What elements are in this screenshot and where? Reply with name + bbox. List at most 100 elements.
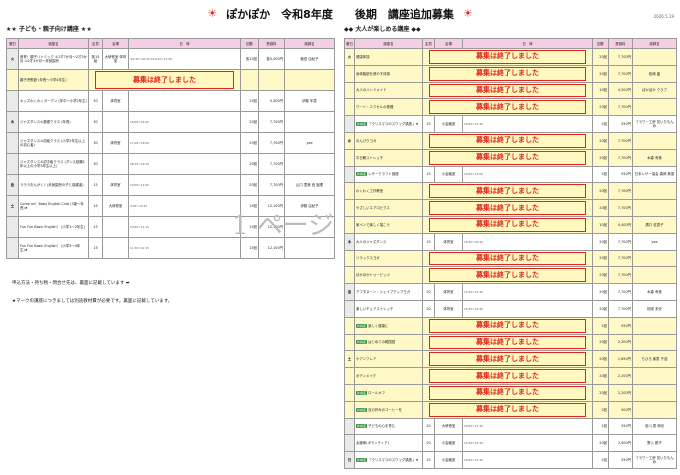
count-cell: 20回: [592, 148, 609, 167]
venue-cell: 大研修室 体育室: [102, 48, 129, 70]
count-cell: 20回: [592, 199, 609, 217]
capacity-cell: 20: [422, 434, 435, 453]
fee-cell: 5,500円: [258, 90, 285, 112]
course-row: 新講座 はじめての韓国語 募集は終了しました 20回 2,200円: [344, 333, 677, 352]
fee-cell: 7,700円: [258, 132, 285, 154]
ended-stamp: 募集は終了しました: [429, 133, 586, 148]
teacher-cell: [632, 182, 677, 201]
column-header: 回数: [240, 38, 259, 49]
day-cell: 金: [6, 174, 19, 196]
teacher-cell: 山口 里美 西 謡理: [284, 174, 335, 196]
capacity-cell: 15: [422, 451, 435, 469]
count-cell: [240, 69, 259, 91]
course-name-cell: 音育！親子リトミック ①1才7か月〜2才3か月 ②2才3か月〜未就園児: [18, 48, 89, 70]
ended-cell: 募集は終了しました: [88, 69, 241, 91]
day-cell: [344, 367, 355, 385]
capacity-cell: 15: [422, 232, 435, 251]
course-name-cell: 新講座 楽しく健康に: [354, 316, 423, 335]
column-header: 会場: [102, 38, 129, 49]
teacher-cell: [632, 383, 677, 402]
fee-cell: 550円: [608, 417, 633, 436]
teacher-cell: フラワー工房 花いちもんめ: [632, 115, 677, 133]
course-row: 新講座 自分好みのコーヒーを 募集は終了しました 2回 500円: [344, 400, 677, 419]
ended-cell: 募集は終了しました: [422, 131, 593, 150]
day-cell: [344, 98, 355, 117]
day-cell: [6, 132, 19, 154]
fee-cell: 2,200円: [608, 333, 633, 352]
course-name-cell: 身体脂肪を燃やす体操: [354, 64, 423, 83]
course-row: 親子児歌遊 (年長〜小学4年生) 募集は終了しました: [6, 69, 335, 91]
course-name-cell: キッズわくわくガーデン (年中〜小学2年生): [18, 90, 89, 112]
schedule-cell: 10:30〜11:15: [128, 216, 241, 238]
teacher-cell: 松岡 未央: [632, 299, 677, 318]
course-row: 日新講座 「クリスマスのスワッグ講座」★ 15 小会議室 10:00〜11:30 1回 5…: [344, 451, 677, 469]
column-header: 受講料: [258, 38, 285, 49]
new-badge: 新講座: [356, 424, 368, 429]
venue-cell: [102, 153, 129, 175]
venue-cell: 体育室: [434, 283, 463, 301]
course-name-cell: 新講座 ロールオフ: [354, 383, 423, 402]
teacher-cell: 木森 有美: [632, 148, 677, 167]
count-cell: 20回: [592, 266, 609, 285]
course-row: 木大人のジャズダンス 15 体育室 19:30〜20:30 20回 7,700円 yae: [344, 232, 677, 251]
schedule-cell: ①9:45〜10:30 ②10:45〜11:30: [128, 48, 241, 70]
ended-stamp: 募集は終了しました: [429, 50, 586, 64]
venue-cell: 体育室: [434, 299, 463, 318]
right-section-title: ◆◆ 大人が楽しめる講座 ◆◆: [344, 26, 421, 33]
teacher-cell: [632, 48, 677, 66]
course-row: 新講座 「クリスマスのスワッグ講座」★ 15 小会議室 10:00〜11:30 1回 55…: [344, 115, 677, 133]
column-header: 回数: [592, 38, 609, 49]
course-row: リラックスヨガ 募集は終了しました 20回 7,700円: [344, 249, 677, 268]
ended-cell: 募集は終了しました: [422, 266, 593, 285]
course-row: 楽しいチェアストレッチ 20 体育室 14:45〜15:45 20回 7,700円 松岡 未…: [344, 299, 677, 318]
course-row: 新講座 レザークラフト講座 15 小会議室 10:00〜12:00 1回 550円 日本レザ…: [344, 165, 677, 184]
ended-stamp: 募集は終了しました: [429, 318, 586, 333]
ended-cell: 募集は終了しました: [422, 98, 593, 117]
day-cell: [344, 299, 355, 318]
day-cell: [6, 153, 19, 175]
capacity-cell: 30: [88, 153, 103, 175]
capacity-cell: 20: [88, 90, 103, 112]
count-cell: 20回: [592, 98, 609, 117]
course-name-cell: 楽しいチェアストレッチ: [354, 299, 423, 318]
teacher-cell: [284, 69, 335, 91]
column-header: 曜日: [344, 38, 355, 49]
fee-cell: 4,400円: [608, 215, 633, 234]
ended-cell: 募集は終了しました: [422, 48, 593, 66]
count-cell: 20回: [592, 367, 609, 385]
schedule-cell: 13:30〜15:30: [462, 434, 593, 453]
fee-cell: 7,700円: [608, 199, 633, 217]
fee-cell: 7,700円: [258, 153, 285, 175]
schedule-cell: [128, 90, 241, 112]
course-name-cell: 新講座 「クリスマスのスワッグ講座」★: [354, 451, 423, 469]
course-name-cell: 大人のハンドメイド: [354, 81, 423, 100]
new-badge: 新講座: [356, 458, 368, 463]
column-header: 講師名: [284, 38, 335, 49]
course-name-cell: 家ペンで楽しく描こう: [354, 215, 423, 234]
teacher-cell: 廣口 佐恵子: [632, 215, 677, 234]
day-cell: [344, 199, 355, 217]
day-cell: 日: [344, 451, 355, 469]
course-name-cell: ケアンフレア: [354, 350, 423, 369]
fee-cell: 7,700円: [608, 182, 633, 201]
day-cell: [344, 434, 355, 453]
course-name-cell: アフタヌーン・シェイプアップヨガ: [354, 283, 423, 301]
capacity-cell: 30: [88, 132, 103, 154]
course-name-cell: Fun Fun Basic English！ (小学1〜2年生): [18, 216, 89, 238]
course-row: ジャズダンス③初中級クラス (ダンス経験1年以上の小学3年生以上) 30 18:15…: [6, 153, 335, 175]
fee-cell: 7,700円: [608, 232, 633, 251]
day-cell: [344, 64, 355, 83]
capacity-cell: 20: [422, 283, 435, 301]
course-name-cell: ラララおんがく♪ (未就園児の子と保護者): [18, 174, 89, 196]
fee-cell: [258, 69, 285, 91]
new-badge: 新講座: [356, 390, 368, 395]
ended-stamp: 募集は終了しました: [429, 100, 586, 115]
venue-cell: 大研修室: [434, 417, 463, 436]
count-cell: 20回: [592, 333, 609, 352]
day-cell: [344, 249, 355, 268]
count-cell: 1回: [592, 451, 609, 469]
count-cell: 20回: [240, 132, 259, 154]
schedule-cell: 16:00〜16:45: [128, 111, 241, 133]
teacher-cell: 飯田 由紀子: [284, 48, 335, 70]
count-cell: 20回: [592, 299, 609, 318]
